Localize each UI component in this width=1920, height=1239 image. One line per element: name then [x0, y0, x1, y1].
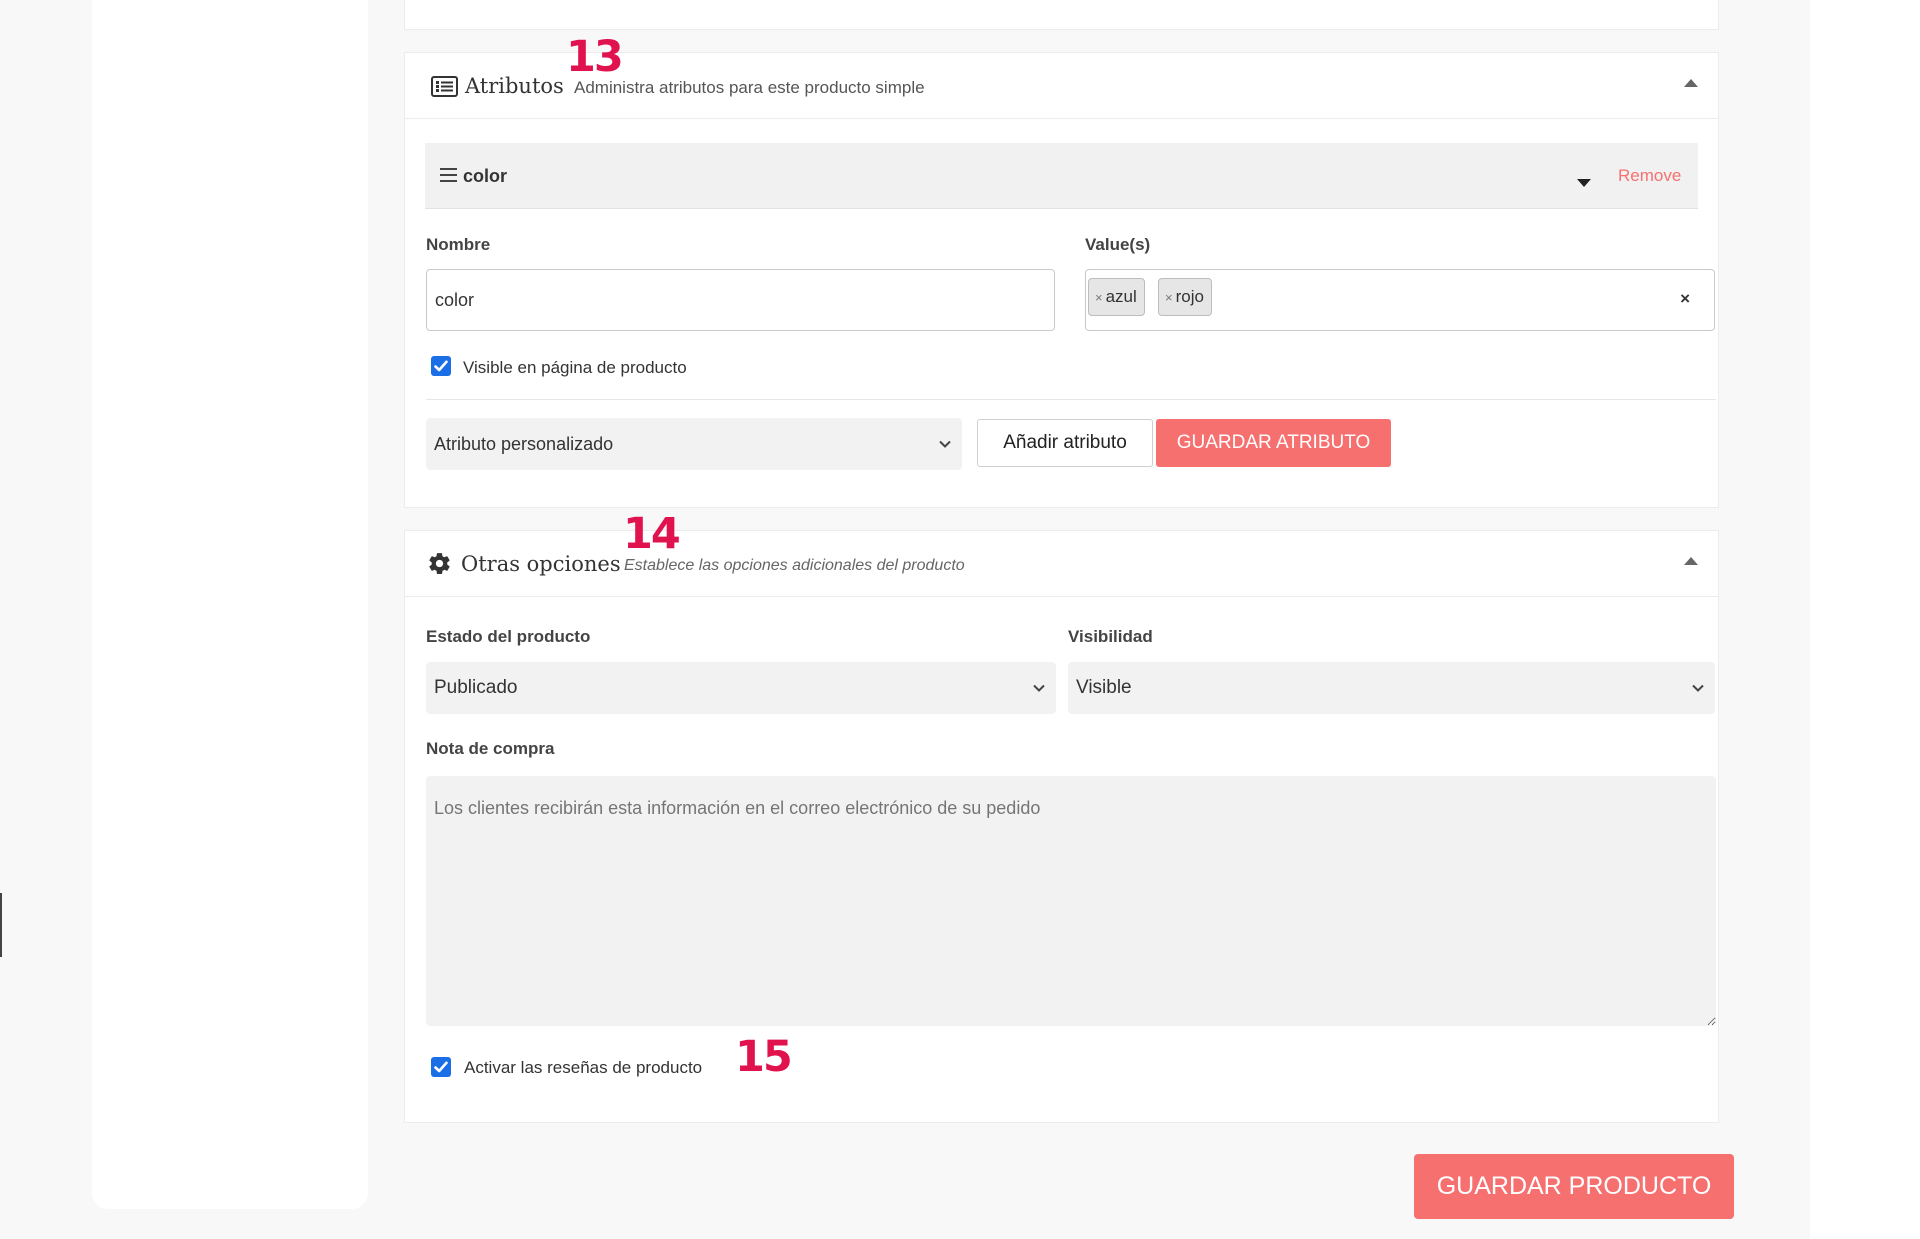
- purchase-note-label: Nota de compra: [426, 739, 555, 758]
- value-tag-label: azul: [1105, 287, 1137, 306]
- product-status-select[interactable]: Publicado: [426, 662, 1056, 714]
- chevron-down-icon: [939, 440, 951, 448]
- chevron-down-icon: [1033, 684, 1045, 692]
- left-sidebar-card: [92, 0, 368, 1209]
- attributes-subtitle: Administra atributos para este producto …: [574, 78, 925, 97]
- annotation-14: 14: [623, 509, 681, 559]
- divider: [426, 399, 1716, 400]
- checkmark-icon: [434, 1061, 448, 1073]
- name-field-label: Nombre: [426, 235, 491, 254]
- product-status-label: Estado del producto: [426, 627, 591, 646]
- attribute-type-select[interactable]: Atributo personalizado: [426, 418, 962, 470]
- times-icon[interactable]: ×: [1095, 290, 1103, 305]
- scroll-edge-marker: [0, 893, 2, 957]
- checkmark-icon: [434, 360, 448, 372]
- save-product-button[interactable]: GUARDAR PRODUCTO: [1414, 1154, 1734, 1219]
- value-tag: × azul: [1088, 278, 1145, 316]
- remove-attribute-link[interactable]: Remove: [1618, 166, 1681, 186]
- visible-on-product-label: Visible en página de producto: [463, 358, 687, 377]
- value-tag-label: rojo: [1175, 287, 1204, 306]
- select-value: Publicado: [434, 677, 518, 698]
- add-attribute-button[interactable]: Añadir atributo: [977, 419, 1153, 467]
- caret-up-icon[interactable]: [1684, 557, 1698, 565]
- other-options-subtitle: Establece las opciones adicionales del p…: [624, 557, 965, 574]
- save-attribute-button[interactable]: GUARDAR ATRIBUTO: [1156, 419, 1391, 467]
- visible-on-product-checkbox[interactable]: [431, 356, 451, 376]
- hamburger-icon[interactable]: [440, 168, 457, 182]
- enable-reviews-label: Activar las reseñas de producto: [464, 1058, 703, 1077]
- other-options-card: Otras opciones Establece las opciones ad…: [404, 530, 1719, 1123]
- caret-up-icon[interactable]: [1684, 79, 1698, 87]
- attribute-row-name: color: [463, 166, 508, 186]
- other-options-card-header[interactable]: Otras opciones Establece las opciones ad…: [405, 531, 1718, 597]
- attribute-row-header[interactable]: color Remove: [425, 143, 1698, 209]
- caret-down-icon[interactable]: [1577, 179, 1591, 187]
- gear-icon: [427, 551, 452, 576]
- times-icon[interactable]: ×: [1165, 290, 1173, 305]
- value-tag: × rojo: [1158, 278, 1212, 316]
- select-value: Visible: [1076, 677, 1132, 698]
- clear-values-button[interactable]: ×: [1680, 289, 1690, 309]
- attribute-values-multiselect[interactable]: × azul × rojo ×: [1085, 269, 1715, 331]
- previous-section-card: [404, 0, 1719, 30]
- attributes-card: Atributos Administra atributos para este…: [404, 52, 1719, 508]
- select-value: Atributo personalizado: [434, 433, 614, 454]
- attributes-title: Atributos: [465, 74, 564, 98]
- list-alt-icon: [431, 76, 458, 97]
- purchase-note-textarea[interactable]: [426, 776, 1716, 1026]
- visibility-select[interactable]: Visible: [1068, 662, 1715, 714]
- annotation-13: 13: [566, 32, 624, 82]
- visibility-label: Visibilidad: [1068, 627, 1153, 646]
- annotation-15: 15: [735, 1032, 793, 1082]
- enable-reviews-checkbox[interactable]: [431, 1057, 451, 1077]
- other-options-title: Otras opciones: [461, 552, 621, 576]
- values-field-label: Value(s): [1085, 235, 1151, 254]
- attribute-name-input[interactable]: [426, 269, 1055, 331]
- chevron-down-icon: [1692, 684, 1704, 692]
